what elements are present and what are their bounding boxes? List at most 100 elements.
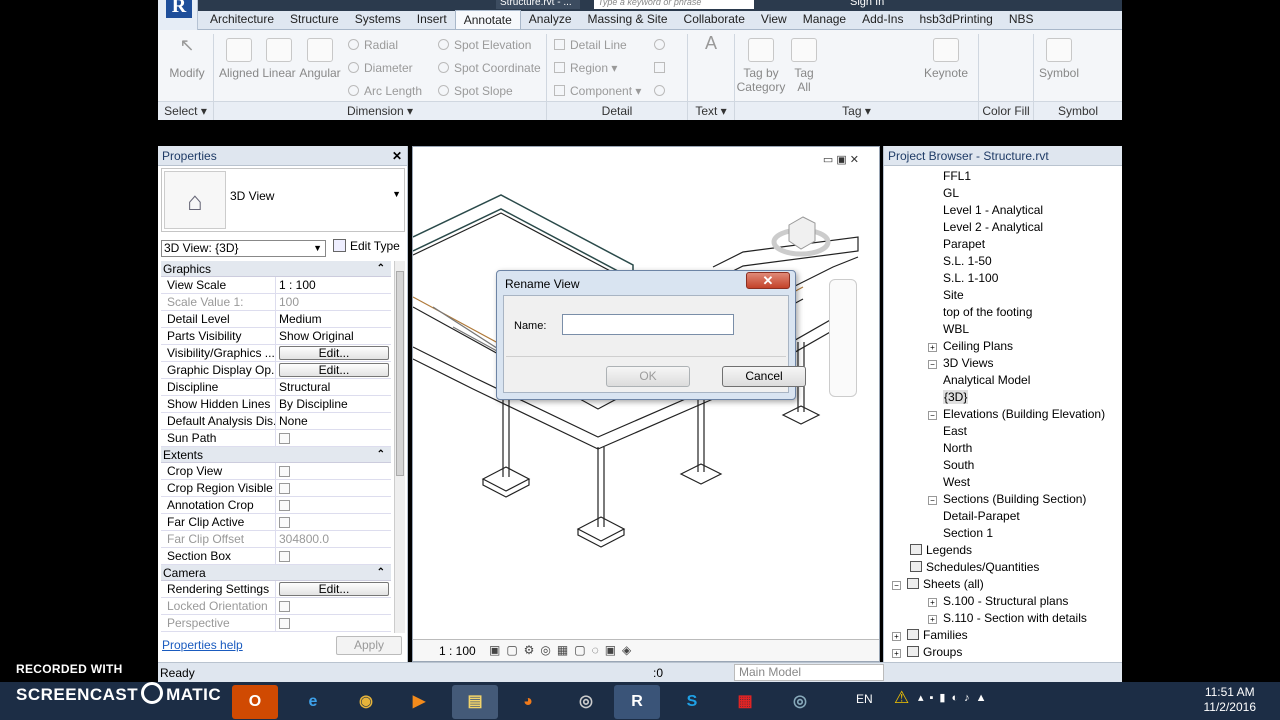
property-group-graphics[interactable]: Graphics ⌃ (161, 261, 391, 277)
symbol-button[interactable]: Symbol (1036, 38, 1082, 80)
edit-button[interactable]: Edit... (279, 346, 389, 360)
revision-cloud-button[interactable] (654, 38, 670, 52)
property-value[interactable] (276, 430, 391, 446)
property-value[interactable]: None (276, 413, 391, 429)
select-panel-label[interactable]: Select ▾ (158, 101, 213, 120)
browser-node[interactable]: S.L. 1-100 (884, 270, 1114, 287)
browser-node[interactable]: + S.110 - Section with details (884, 610, 1114, 627)
chrome-taskbar-icon[interactable]: ◉ (343, 685, 389, 719)
browser-node[interactable]: Detail-Parapet (884, 508, 1114, 525)
expand-icon[interactable]: + (892, 632, 901, 641)
properties-help-link[interactable]: Properties help (162, 638, 243, 652)
collapse-icon[interactable]: − (928, 411, 937, 420)
browser-node[interactable]: South (884, 457, 1114, 474)
search-input[interactable]: Type a keyword or phrase (594, 0, 754, 9)
view-instance-dropdown[interactable]: 3D View: {3D} ▼ (161, 240, 326, 257)
browser-node[interactable]: + Ceiling Plans (884, 338, 1114, 355)
browser-node[interactable]: Schedules/Quantities (884, 559, 1114, 576)
revit-taskbar-icon[interactable]: R (614, 685, 660, 719)
internet-explorer-taskbar-icon[interactable]: e (290, 685, 336, 719)
viewcube-icon[interactable] (771, 207, 831, 267)
browser-node[interactable]: top of the footing (884, 304, 1114, 321)
collapse-icon[interactable]: − (928, 496, 937, 505)
angular-dimension-button[interactable]: Angular (298, 38, 342, 80)
view-scale[interactable]: 1 : 100 (439, 644, 476, 658)
tag-by-category-button[interactable]: Tag by Category (736, 38, 786, 94)
linear-dimension-button[interactable]: Linear (260, 38, 298, 80)
color-fill-panel-label[interactable]: Color Fill (979, 101, 1033, 120)
cancel-button[interactable]: Cancel (722, 366, 806, 387)
modify-button[interactable]: ↖ Modify (166, 36, 208, 80)
property-value[interactable]: By Discipline (276, 396, 391, 412)
view-name-input[interactable] (562, 314, 734, 335)
browser-node[interactable]: GL (884, 185, 1114, 202)
tag-all-button[interactable]: Tag All (788, 38, 820, 94)
browser-node[interactable]: − Sections (Building Section) (884, 491, 1114, 508)
properties-scrollbar[interactable] (394, 261, 405, 633)
view-window-controls[interactable]: ▭ ▣ ✕ (823, 153, 859, 166)
scrollbar-thumb[interactable] (396, 271, 404, 476)
sign-in-link[interactable]: Sign In (850, 0, 884, 8)
dialog-close-button[interactable]: ✕ (746, 272, 790, 289)
browser-node[interactable]: + S.100 - Structural plans (884, 593, 1114, 610)
type-selector[interactable]: ⌂ 3D View ▼ (161, 168, 405, 232)
screencast-taskbar-icon[interactable]: ◎ (777, 685, 823, 719)
collapse-icon[interactable]: ⌃ (377, 447, 385, 463)
edit-button[interactable]: Edit... (279, 363, 389, 377)
collapse-icon[interactable]: ⌃ (377, 261, 385, 277)
spot-elevation-button[interactable]: Spot Elevation (438, 38, 531, 52)
property-value[interactable]: Show Original (276, 328, 391, 344)
aligned-dimension-button[interactable]: Aligned (218, 38, 260, 80)
tab-manage[interactable]: Manage (795, 10, 854, 29)
property-value[interactable] (276, 480, 391, 496)
property-value[interactable] (276, 463, 391, 479)
detail-group-button[interactable] (654, 61, 670, 75)
expand-icon[interactable]: + (928, 615, 937, 624)
browser-node[interactable]: North (884, 440, 1114, 457)
tab-insert[interactable]: Insert (409, 10, 455, 29)
3d-view-canvas[interactable]: ▭ ▣ ✕ 1 : 100 ▣▢⚙◎▦▢◌▣◈ (412, 146, 880, 662)
navigation-bar[interactable] (829, 279, 857, 397)
text-button[interactable]: A (696, 34, 726, 52)
close-icon[interactable]: ✕ (392, 146, 402, 166)
arc-length-button[interactable]: Arc Length (348, 84, 422, 98)
browser-node[interactable]: + Families (884, 627, 1114, 644)
browser-node[interactable]: FFL1 (884, 168, 1114, 185)
tab-structure[interactable]: Structure (282, 10, 347, 29)
tag-panel-label[interactable]: Tag ▾ (735, 101, 978, 120)
property-value[interactable]: Medium (276, 311, 391, 327)
collapse-icon[interactable]: − (892, 581, 901, 590)
pdf-taskbar-icon[interactable]: ▦ (722, 685, 768, 719)
radial-button[interactable]: Radial (348, 38, 398, 52)
checkbox[interactable] (279, 517, 290, 528)
diameter-button[interactable]: Diameter (348, 61, 413, 75)
language-indicator[interactable]: EN (856, 692, 873, 706)
browser-node[interactable]: −3D Views (884, 355, 1114, 372)
property-value[interactable]: Structural (276, 379, 391, 395)
browser-node[interactable]: Level 1 - Analytical (884, 202, 1114, 219)
browser-node[interactable]: East (884, 423, 1114, 440)
browser-node[interactable]: + Groups (884, 644, 1114, 661)
dimension-panel-label[interactable]: Dimension ▾ (214, 101, 546, 120)
checkbox[interactable] (279, 500, 290, 511)
browser-node[interactable]: WBL (884, 321, 1114, 338)
property-value[interactable]: Edit... (276, 362, 391, 378)
outlook-taskbar-icon[interactable]: O (232, 685, 278, 719)
app-taskbar-icon[interactable]: ◎ (563, 685, 609, 719)
expand-icon[interactable]: + (928, 343, 937, 352)
media-player-taskbar-icon[interactable]: ▶ (396, 685, 442, 719)
browser-node[interactable]: − Elevations (Building Elevation) (884, 406, 1114, 423)
spot-coordinate-button[interactable]: Spot Coordinate (438, 61, 541, 75)
browser-node[interactable]: {3D} (884, 389, 1114, 406)
browser-node[interactable]: Level 2 - Analytical (884, 219, 1114, 236)
checkbox[interactable] (279, 466, 290, 477)
tab-massing-site[interactable]: Massing & Site (580, 10, 676, 29)
browser-node[interactable]: Site (884, 287, 1114, 304)
checkbox[interactable] (279, 433, 290, 444)
edit-button[interactable]: Edit... (279, 582, 389, 596)
browser-node[interactable]: − Sheets (all) (884, 576, 1114, 593)
region-button[interactable]: Region ▾ (554, 61, 617, 75)
system-tray-icons[interactable]: ▴▪▮◐♪▲ (918, 691, 993, 704)
tab-analyze[interactable]: Analyze (521, 10, 580, 29)
property-value[interactable]: Edit... (276, 581, 391, 597)
